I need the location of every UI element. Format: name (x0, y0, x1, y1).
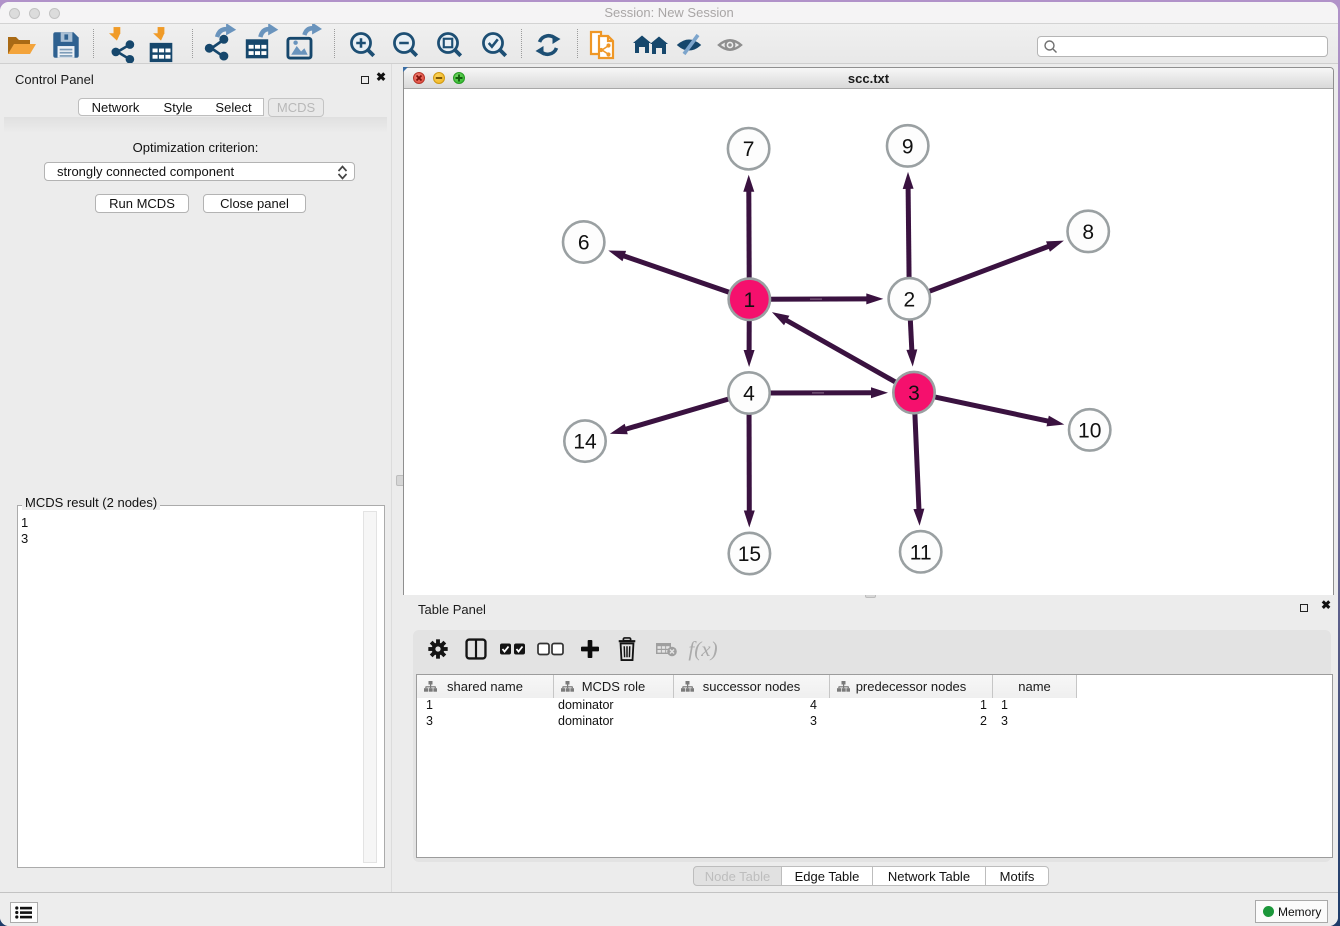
svg-text:14: 14 (573, 430, 597, 453)
svg-text:7: 7 (743, 138, 755, 161)
svg-text:10: 10 (1078, 419, 1101, 442)
svg-text:1: 1 (743, 288, 755, 311)
svg-text:4: 4 (743, 382, 755, 405)
svg-text:6: 6 (578, 231, 590, 254)
svg-text:11: 11 (910, 541, 932, 564)
svg-text:2: 2 (903, 288, 915, 311)
svg-text:8: 8 (1082, 220, 1094, 243)
svg-text:3: 3 (908, 382, 920, 405)
svg-text:f(x): f(x) (688, 637, 717, 661)
svg-text:9: 9 (902, 135, 914, 158)
svg-text:15: 15 (738, 543, 761, 566)
